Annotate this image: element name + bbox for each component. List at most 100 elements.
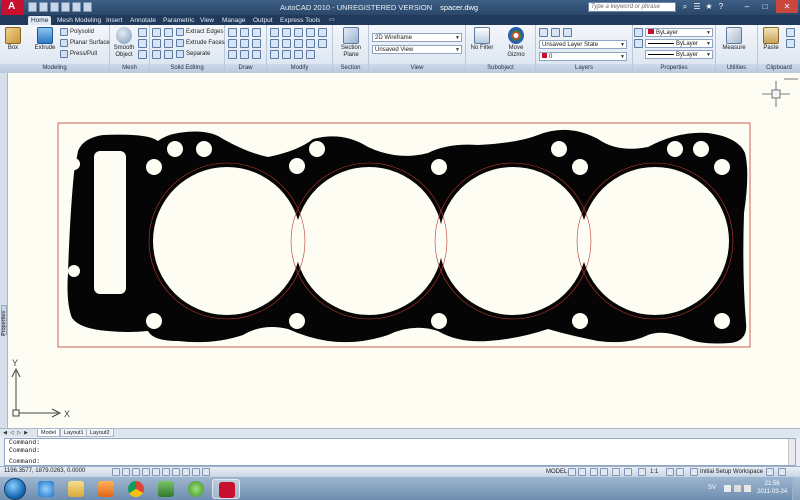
workspace-switching-icon[interactable] bbox=[690, 468, 698, 476]
spline-icon[interactable] bbox=[252, 50, 261, 59]
hole[interactable] bbox=[667, 141, 683, 157]
stretch-icon[interactable] bbox=[294, 39, 303, 48]
model-space-toggle[interactable]: MODEL bbox=[546, 468, 567, 476]
subtract-icon[interactable] bbox=[152, 39, 161, 48]
rectangle-icon[interactable] bbox=[240, 39, 249, 48]
tab-annotate[interactable]: Annotate bbox=[127, 16, 159, 25]
language-indicator[interactable]: SV bbox=[708, 485, 716, 491]
polygon-icon[interactable] bbox=[228, 50, 237, 59]
panel-label-subobject[interactable]: Subobject bbox=[466, 64, 535, 73]
press-pull-button[interactable]: Press/Pull bbox=[60, 49, 97, 59]
annotation-scale-icon[interactable] bbox=[638, 468, 646, 476]
rotate-icon[interactable] bbox=[282, 28, 291, 37]
tab-view[interactable]: View bbox=[197, 16, 217, 25]
cylinder-bore-1[interactable] bbox=[153, 167, 301, 315]
volume-icon[interactable] bbox=[744, 485, 751, 492]
mirror-icon[interactable] bbox=[306, 28, 315, 37]
polyline-icon[interactable] bbox=[240, 28, 249, 37]
hole[interactable] bbox=[196, 141, 212, 157]
taskbar-spotify[interactable] bbox=[182, 479, 210, 499]
layer-dropdown[interactable]: 0 ▼ bbox=[539, 52, 627, 61]
match-properties-icon[interactable] bbox=[634, 28, 643, 37]
mesh-tool-icon[interactable] bbox=[138, 39, 147, 48]
taskbar-ie[interactable] bbox=[32, 479, 60, 499]
maximize-icon[interactable]: □ bbox=[756, 0, 774, 13]
tab-insert[interactable]: Insert bbox=[103, 16, 125, 25]
hole[interactable] bbox=[551, 141, 567, 157]
taskbar-chrome[interactable] bbox=[122, 479, 150, 499]
hole[interactable] bbox=[68, 158, 80, 170]
undo-icon[interactable] bbox=[61, 2, 70, 12]
search-icon[interactable]: ⌕ bbox=[680, 2, 690, 12]
help-icon[interactable]: ? bbox=[716, 2, 726, 12]
extract-edges-button[interactable]: Extract Edges bbox=[176, 27, 223, 37]
annotation-scale-value[interactable]: 1:1 bbox=[650, 468, 658, 476]
panel-label-modeling[interactable]: Modeling bbox=[0, 64, 109, 73]
hole[interactable] bbox=[572, 313, 588, 329]
redo-icon[interactable] bbox=[72, 2, 81, 12]
search-input[interactable]: Type a keyword or phrase bbox=[588, 2, 676, 12]
autocad-logo-icon[interactable]: A bbox=[2, 0, 24, 15]
quick-view-layouts-icon[interactable] bbox=[568, 468, 576, 476]
measure-button[interactable]: Measure bbox=[719, 27, 749, 52]
workspace-name[interactable]: Initial Setup Workspace bbox=[700, 468, 763, 476]
tab-model[interactable]: Model bbox=[37, 429, 60, 437]
command-window[interactable]: Command: Command: Command: bbox=[4, 438, 796, 466]
layer-tool-icon[interactable] bbox=[563, 28, 572, 37]
minimize-icon[interactable]: – bbox=[738, 0, 756, 13]
cylinder-bore-2[interactable] bbox=[295, 167, 443, 315]
show-desktop-button[interactable] bbox=[792, 477, 800, 500]
close-icon[interactable]: ✕ bbox=[776, 0, 798, 13]
quick-view-drawings-icon[interactable] bbox=[578, 468, 586, 476]
scale-icon[interactable] bbox=[282, 39, 291, 48]
panel-label-properties[interactable]: Properties bbox=[633, 64, 715, 73]
3d-object-snap-icon[interactable] bbox=[172, 468, 180, 476]
visual-style-dropdown[interactable]: 2D Wireframe ▼ bbox=[372, 33, 462, 42]
ribbon-minimize-icon[interactable]: ▭ bbox=[326, 16, 338, 25]
drawing-canvas[interactable]: Y X bbox=[8, 73, 800, 428]
no-filter-button[interactable]: No Filter bbox=[469, 27, 495, 52]
start-orb-icon[interactable] bbox=[4, 478, 26, 500]
polar-tracking-icon[interactable] bbox=[152, 468, 160, 476]
network-icon[interactable] bbox=[734, 485, 741, 492]
erase-icon[interactable] bbox=[270, 50, 279, 59]
taskbar-autocad[interactable] bbox=[212, 479, 240, 499]
fillet-icon[interactable] bbox=[318, 28, 327, 37]
tray-up-arrow-icon[interactable] bbox=[724, 485, 731, 492]
hole[interactable] bbox=[714, 313, 730, 329]
taskbar-media-player[interactable] bbox=[92, 479, 120, 499]
layer-properties-icon[interactable] bbox=[539, 28, 548, 37]
saved-view-dropdown[interactable]: Unsaved View ▼ bbox=[372, 45, 462, 54]
panel-label-view[interactable]: View bbox=[369, 64, 465, 73]
planar-surface-button[interactable]: Planar Surface bbox=[60, 38, 110, 48]
head-gasket[interactable] bbox=[67, 129, 748, 344]
extrude-button[interactable]: Extrude bbox=[32, 27, 58, 52]
panel-label-utilities[interactable]: Utilities bbox=[716, 64, 757, 73]
coordinate-readout[interactable]: 1196.3577, 1879.0263, 0.0000 bbox=[4, 468, 85, 474]
ellipse-icon[interactable] bbox=[240, 50, 249, 59]
copy-clip-icon[interactable] bbox=[786, 39, 795, 48]
solid-edit-icon[interactable] bbox=[164, 28, 173, 37]
pan-icon[interactable] bbox=[590, 468, 598, 476]
system-clock[interactable]: 21:56 2011-03-24 bbox=[757, 480, 787, 496]
annotation-visibility-icon[interactable] bbox=[666, 468, 674, 476]
hole[interactable] bbox=[289, 158, 305, 174]
communication-center-icon[interactable]: ☰ bbox=[692, 2, 702, 12]
viewcube-icon[interactable] bbox=[762, 78, 798, 107]
clean-screen-icon[interactable] bbox=[778, 468, 786, 476]
ortho-mode-icon[interactable] bbox=[142, 468, 150, 476]
tab-home[interactable]: Home bbox=[28, 16, 52, 25]
cylinder-bore-3[interactable] bbox=[439, 167, 587, 315]
lock-icon[interactable] bbox=[766, 468, 774, 476]
viewcube-face[interactable] bbox=[771, 89, 781, 99]
move-gizmo-button[interactable]: Move Gizmo bbox=[500, 27, 532, 59]
panel-label-draw[interactable]: Draw bbox=[225, 64, 266, 73]
layer-state-dropdown[interactable]: Unsaved Layer State ▼ bbox=[539, 40, 627, 49]
open-file-icon[interactable] bbox=[39, 2, 48, 12]
polysolid-button[interactable]: Polysolid bbox=[60, 27, 94, 37]
hole[interactable] bbox=[167, 141, 183, 157]
command-scrollbar[interactable] bbox=[788, 439, 795, 465]
move-icon[interactable] bbox=[270, 28, 279, 37]
last-layout-icon[interactable]: ▶ bbox=[23, 430, 29, 436]
next-layout-icon[interactable]: ▷ bbox=[16, 430, 22, 436]
